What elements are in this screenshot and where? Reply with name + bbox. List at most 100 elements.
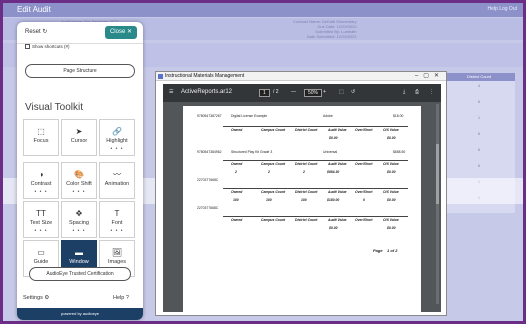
pdf-window[interactable]: Instructional Materials Management –▢✕ ☰… xyxy=(155,71,447,316)
pdf-window-titlebar[interactable]: Instructional Materials Management –▢✕ xyxy=(156,72,446,81)
tile-text-size[interactable]: TT Text Size • • • xyxy=(23,201,59,238)
pdf-rule xyxy=(223,160,408,161)
reset-icon: ↻ xyxy=(42,29,48,35)
more-options-icon[interactable]: • • • xyxy=(100,228,134,234)
tile-font[interactable]: T Font • • • xyxy=(99,201,135,238)
pdf-file-name: ActiveReports.ar12 xyxy=(181,89,233,95)
pdf-col-header: District Count xyxy=(295,128,318,132)
pdf-col-header: Over/Short xyxy=(355,128,373,132)
settings-label: Settings xyxy=(23,295,43,301)
pdf-col-header: District Count xyxy=(295,162,318,166)
print-icon[interactable]: ⎙ xyxy=(415,89,419,95)
pdf-item-code: 2270377668C xyxy=(197,178,219,182)
zoom-level[interactable]: 50% xyxy=(304,89,323,97)
show-shortcuts-toggle[interactable]: Show shortcuts (#) xyxy=(25,44,70,50)
tile-label: Spacing xyxy=(69,220,89,226)
pdf-item-vendor: Universal xyxy=(323,150,338,154)
pdf-col-header: Campus Count xyxy=(261,190,286,194)
reset-label: Reset xyxy=(25,29,41,35)
tile-label: Contrast xyxy=(30,181,52,187)
pdf-viewer[interactable]: ☰ ActiveReports.ar12 1 / 2 — 50% + ⬚ ↺ ⤓… xyxy=(163,84,441,312)
download-icon[interactable]: ⤓ xyxy=(403,89,405,95)
window-app-icon xyxy=(158,74,163,79)
pdf-col-header: Audit Value xyxy=(328,128,347,132)
settings-button[interactable]: Settings ⚙ xyxy=(23,295,49,301)
pdf-col-header: Campus Count xyxy=(261,128,286,132)
toolkit-heading: Visual Toolkit xyxy=(25,102,83,113)
zoom-in-icon[interactable]: + xyxy=(323,89,326,95)
window-controls[interactable]: –▢✕ xyxy=(415,72,444,81)
text-size-icon: TT xyxy=(36,209,46,218)
pdf-page-footer: Page 1 of 2 xyxy=(373,248,398,253)
checkbox-icon[interactable] xyxy=(25,44,30,50)
tile-cursor[interactable]: ➤ Cursor xyxy=(61,119,97,156)
pdf-item-code: 9780547387267 xyxy=(197,114,222,118)
reset-button[interactable]: Reset ↻ xyxy=(25,28,47,35)
tile-animation[interactable]: 〰 Animation xyxy=(99,162,135,199)
pdf-value: $0.00 xyxy=(387,170,396,174)
pdf-item-price: $18.00 xyxy=(393,114,404,118)
more-options-icon[interactable]: • • • xyxy=(24,228,58,234)
page-number-input[interactable]: 1 xyxy=(259,89,270,97)
powered-by-footer: powered by audioeye xyxy=(17,308,143,320)
guide-icon: ▭ xyxy=(37,248,45,257)
tile-highlight[interactable]: 🔗 Highlight • • • xyxy=(99,119,135,156)
pdf-col-header: Over/Short xyxy=(355,190,373,194)
toolkit-top-bar: Reset ↻ Close ✕ xyxy=(17,22,143,44)
pdf-col-header: Owned xyxy=(231,128,243,132)
tile-contrast[interactable]: ◑ Contrast • • • xyxy=(23,162,59,199)
fit-page-icon[interactable]: ⬚ xyxy=(339,89,344,95)
gear-icon: ⚙ xyxy=(44,295,50,301)
pdf-col-header: District Count xyxy=(295,190,318,194)
page-structure-button[interactable]: Page Structure xyxy=(25,64,135,78)
close-icon: ✕ xyxy=(126,29,133,35)
contrast-icon: ◑ xyxy=(38,170,44,179)
page-title: Edit Audit xyxy=(17,5,51,14)
images-icon: 🖼 xyxy=(111,248,123,257)
pdf-rule xyxy=(223,126,408,127)
tile-spacing[interactable]: ✥ Spacing • • • xyxy=(61,201,97,238)
pdf-rule xyxy=(223,188,408,189)
pdf-value: $180.00 xyxy=(327,198,340,202)
help-button[interactable]: Help ? xyxy=(113,295,129,301)
pdf-col-header: Owned xyxy=(231,218,243,222)
help-icon: ? xyxy=(125,295,129,301)
more-options-icon[interactable]: • • • xyxy=(62,228,96,234)
tile-label: Focus xyxy=(33,138,49,144)
zoom-out-icon[interactable]: — xyxy=(291,89,296,95)
pdf-col-header: Over/Short xyxy=(355,162,373,166)
cursor-icon: ➤ xyxy=(75,127,83,136)
table-cell: 6 xyxy=(477,163,481,168)
trusted-certification-button[interactable]: AudioEye Trusted Certification xyxy=(29,267,131,281)
more-icon[interactable]: ⋮ xyxy=(429,89,434,95)
pdf-col-header: Audit Value xyxy=(328,162,347,166)
tile-label: Window xyxy=(69,259,89,265)
highlight-icon: 🔗 xyxy=(112,127,122,136)
tile-label: Guide xyxy=(33,259,49,265)
pdf-item-desc: Digital License Example xyxy=(231,114,268,118)
pdf-value: 2 xyxy=(303,170,305,174)
pdf-value: 0 xyxy=(363,198,365,202)
tile-focus[interactable]: ⬚ Focus xyxy=(23,119,59,156)
tile-color-shift[interactable]: 🎨 Color Shift • • • xyxy=(61,162,97,199)
header-links[interactable]: Help Log Out xyxy=(488,6,517,12)
tile-label: Color Shift xyxy=(66,181,92,187)
tile-label: Images xyxy=(107,259,127,265)
app-header: Edit Audit Help Log Out xyxy=(3,3,523,17)
pdf-scrollbar-thumb[interactable] xyxy=(436,144,439,204)
pdf-rule xyxy=(223,216,408,217)
more-options-icon[interactable]: • • • xyxy=(62,189,96,195)
more-options-icon[interactable]: • • • xyxy=(100,146,134,152)
rotate-icon[interactable]: ↺ xyxy=(351,89,355,95)
pdf-value: $0.00 xyxy=(387,226,396,230)
close-button[interactable]: Close ✕ xyxy=(105,26,137,39)
menu-icon[interactable]: ☰ xyxy=(169,89,173,95)
pdf-col-header: Audit Value xyxy=(328,190,347,194)
pdf-scrollbar[interactable] xyxy=(436,104,439,304)
table-header: District Count xyxy=(443,73,515,81)
window-icon: ▬ xyxy=(75,248,83,257)
more-options-icon[interactable]: • • • xyxy=(24,189,58,195)
pdf-col-header: O/S Value xyxy=(383,190,399,194)
tile-label: Animation xyxy=(104,181,130,187)
pdf-col-header: District Count xyxy=(295,218,318,222)
